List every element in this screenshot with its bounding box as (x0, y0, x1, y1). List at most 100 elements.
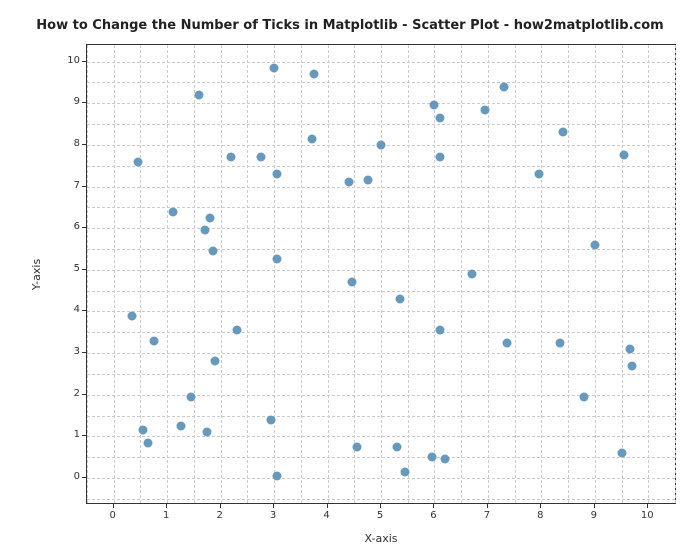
gridline-v (408, 45, 409, 503)
gridline-v (648, 45, 649, 503)
gridline-v (354, 45, 355, 503)
gridline-h (87, 457, 675, 458)
gridline-h (87, 311, 675, 312)
y-tick-label: 10 (58, 55, 80, 66)
y-tick-label: 7 (58, 180, 80, 191)
gridline-v (595, 45, 596, 503)
y-axis-label: Y-axis (30, 44, 44, 504)
x-tick-mark (113, 504, 114, 508)
gridline-h (87, 103, 675, 104)
y-tick-label: 6 (58, 221, 80, 232)
x-tick-label: 1 (156, 510, 176, 521)
scatter-point (272, 170, 281, 179)
scatter-point (430, 101, 439, 110)
gridline-v (167, 45, 168, 503)
scatter-point (401, 467, 410, 476)
gridline-v (87, 45, 88, 503)
scatter-point (139, 426, 148, 435)
gridline-h (87, 374, 675, 375)
scatter-point (481, 105, 490, 114)
y-tick-label: 8 (58, 138, 80, 149)
scatter-point (499, 82, 508, 91)
y-tick-mark (82, 186, 86, 187)
scatter-point (133, 157, 142, 166)
scatter-point (558, 128, 567, 137)
x-tick-label: 0 (103, 510, 123, 521)
scatter-point (556, 338, 565, 347)
x-tick-label: 9 (584, 510, 604, 521)
scatter-point (149, 336, 158, 345)
scatter-point (435, 153, 444, 162)
y-tick-mark (82, 227, 86, 228)
gridline-v (274, 45, 275, 503)
gridline-v (381, 45, 382, 503)
scatter-point (620, 151, 629, 160)
x-tick-mark (594, 504, 595, 508)
y-tick-label: 5 (58, 263, 80, 274)
gridline-h (87, 478, 675, 479)
gridline-h (87, 416, 675, 417)
chart-figure: How to Change the Number of Ticks in Mat… (0, 0, 700, 560)
scatter-point (200, 226, 209, 235)
x-tick-mark (380, 504, 381, 508)
gridline-h (87, 249, 675, 250)
x-axis-label: X-axis (86, 532, 676, 545)
x-tick-mark (433, 504, 434, 508)
scatter-point (195, 90, 204, 99)
gridline-h (87, 436, 675, 437)
scatter-point (344, 178, 353, 187)
gridline-h (87, 187, 675, 188)
scatter-point (502, 338, 511, 347)
gridline-h (87, 291, 675, 292)
gridline-h (87, 353, 675, 354)
scatter-point (144, 438, 153, 447)
scatter-point (347, 278, 356, 287)
y-tick-label: 9 (58, 96, 80, 107)
x-tick-mark (487, 504, 488, 508)
gridline-h (87, 166, 675, 167)
plot-area (86, 44, 676, 504)
gridline-v (568, 45, 569, 503)
scatter-point (580, 392, 589, 401)
x-tick-mark (540, 504, 541, 508)
scatter-point (352, 442, 361, 451)
scatter-point (307, 134, 316, 143)
gridline-v (622, 45, 623, 503)
y-tick-mark (82, 102, 86, 103)
gridline-h (87, 82, 675, 83)
x-tick-label: 7 (477, 510, 497, 521)
gridline-h (87, 228, 675, 229)
x-tick-mark (327, 504, 328, 508)
chart-title: How to Change the Number of Ticks in Mat… (0, 18, 700, 33)
scatter-point (310, 70, 319, 79)
y-tick-mark (82, 310, 86, 311)
scatter-point (211, 357, 220, 366)
scatter-point (267, 415, 276, 424)
y-tick-mark (82, 61, 86, 62)
gridline-v (675, 45, 676, 503)
scatter-point (168, 207, 177, 216)
x-tick-mark (166, 504, 167, 508)
gridline-h (87, 499, 675, 500)
scatter-point (435, 113, 444, 122)
scatter-point (227, 153, 236, 162)
gridline-h (87, 62, 675, 63)
x-tick-label: 2 (210, 510, 230, 521)
y-tick-label: 1 (58, 429, 80, 440)
gridline-v (221, 45, 222, 503)
gridline-v (434, 45, 435, 503)
scatter-point (272, 471, 281, 480)
y-tick-label: 4 (58, 304, 80, 315)
gridline-h (87, 124, 675, 125)
gridline-v (328, 45, 329, 503)
y-tick-mark (82, 394, 86, 395)
scatter-point (203, 428, 212, 437)
scatter-point (363, 176, 372, 185)
x-tick-label: 6 (423, 510, 443, 521)
scatter-point (208, 247, 217, 256)
scatter-point (232, 326, 241, 335)
scatter-point (441, 455, 450, 464)
x-tick-label: 8 (530, 510, 550, 521)
gridline-v (301, 45, 302, 503)
scatter-point (628, 361, 637, 370)
